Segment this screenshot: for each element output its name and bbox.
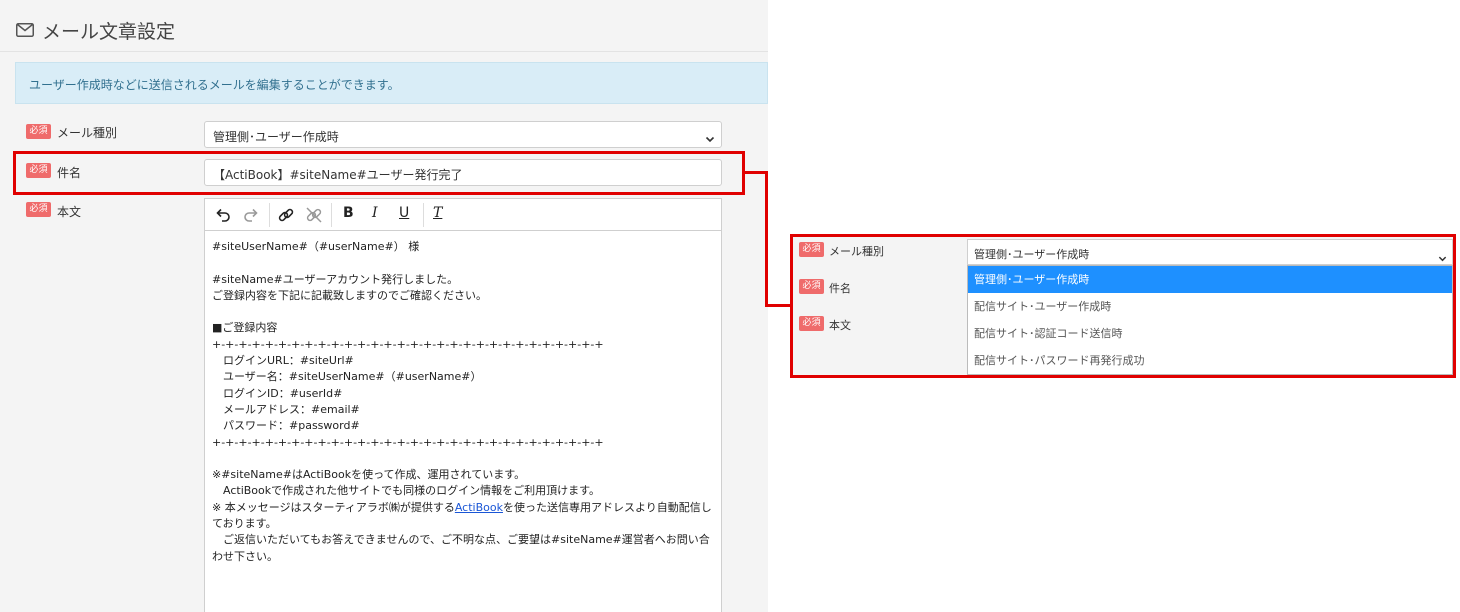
chevron-down-icon — [1438, 248, 1447, 262]
connector-line — [765, 304, 791, 307]
body-label: 本文 — [57, 205, 82, 219]
required-badge: 必須 — [26, 163, 51, 178]
undo-icon[interactable] — [213, 205, 233, 225]
page-header: メール文章設定 — [0, 0, 768, 52]
toolbar-divider — [423, 203, 424, 227]
mail-settings-panel: メール文章設定 ユーザー作成時などに送信されるメールを編集することができます。 … — [0, 0, 768, 612]
mail-type-option[interactable]: 管理側･ユーザー作成時 — [968, 266, 1452, 293]
bold-button[interactable]: B — [343, 205, 354, 221]
chevron-down-icon — [705, 129, 715, 143]
connector-line — [765, 171, 768, 307]
body-text-part: #siteUserName#（#userName#） 様 #siteName#ユ… — [212, 240, 604, 514]
underline-button[interactable]: U — [399, 205, 409, 221]
mail-type-option[interactable]: 配信サイト･パスワード再発行成功 — [968, 347, 1452, 374]
mail-type-options-list: 管理側･ユーザー作成時 配信サイト･ユーザー作成時 配信サイト･認証コード送信時… — [967, 265, 1453, 375]
mail-type-option[interactable]: 配信サイト･ユーザー作成時 — [968, 293, 1452, 320]
subject-label: 件名 — [57, 166, 82, 180]
redo-icon[interactable] — [241, 205, 261, 225]
body-editor-content[interactable]: #siteUserName#（#userName#） 様 #siteName#ユ… — [212, 239, 720, 565]
mail-type-select-value: 管理側･ユーザー作成時 — [213, 130, 339, 144]
mail-type-select[interactable]: 管理側･ユーザー作成時 — [204, 121, 722, 148]
required-badge: 必須 — [799, 242, 824, 257]
italic-button[interactable]: I — [372, 205, 378, 221]
page-title: メール文章設定 — [42, 21, 176, 43]
subject-input-value: 【ActiBook】#siteName#ユーザー発行完了 — [213, 168, 463, 182]
envelope-icon — [16, 22, 34, 37]
connector-line — [745, 171, 767, 174]
unlink-icon[interactable] — [304, 205, 324, 225]
required-badge: 必須 — [799, 316, 824, 331]
info-alert-text: ユーザー作成時などに送信されるメールを編集することができます。 — [29, 78, 400, 92]
mail-type-label: メール種別 — [829, 245, 884, 258]
required-badge: 必須 — [26, 124, 51, 139]
link-icon[interactable] — [276, 205, 296, 225]
required-badge: 必須 — [26, 202, 51, 217]
mail-type-select-value: 管理側･ユーザー作成時 — [974, 248, 1090, 261]
toolbar-divider — [331, 203, 332, 227]
subject-input[interactable]: 【ActiBook】#siteName#ユーザー発行完了 — [204, 159, 722, 186]
required-badge: 必須 — [799, 279, 824, 294]
dropdown-zoom-callout: 必須 メール種別 必須 件名 必須 本文 管理側･ユーザー作成時 管理側･ユーザ… — [790, 234, 1456, 378]
clear-format-button[interactable]: T — [433, 205, 442, 221]
editor-toolbar: B I U T — [205, 199, 721, 231]
body-label: 本文 — [829, 319, 851, 332]
mail-type-label: メール種別 — [57, 126, 118, 140]
body-editor[interactable]: B I U T #siteUserName#（#userName#） 様 #si… — [204, 198, 722, 612]
toolbar-divider — [269, 203, 270, 227]
mail-type-option[interactable]: 配信サイト･認証コード送信時 — [968, 320, 1452, 347]
subject-label: 件名 — [829, 282, 851, 295]
info-alert: ユーザー作成時などに送信されるメールを編集することができます。 — [15, 62, 768, 104]
mail-type-select[interactable]: 管理側･ユーザー作成時 — [967, 239, 1453, 265]
actibook-link[interactable]: ActiBook — [455, 501, 503, 514]
